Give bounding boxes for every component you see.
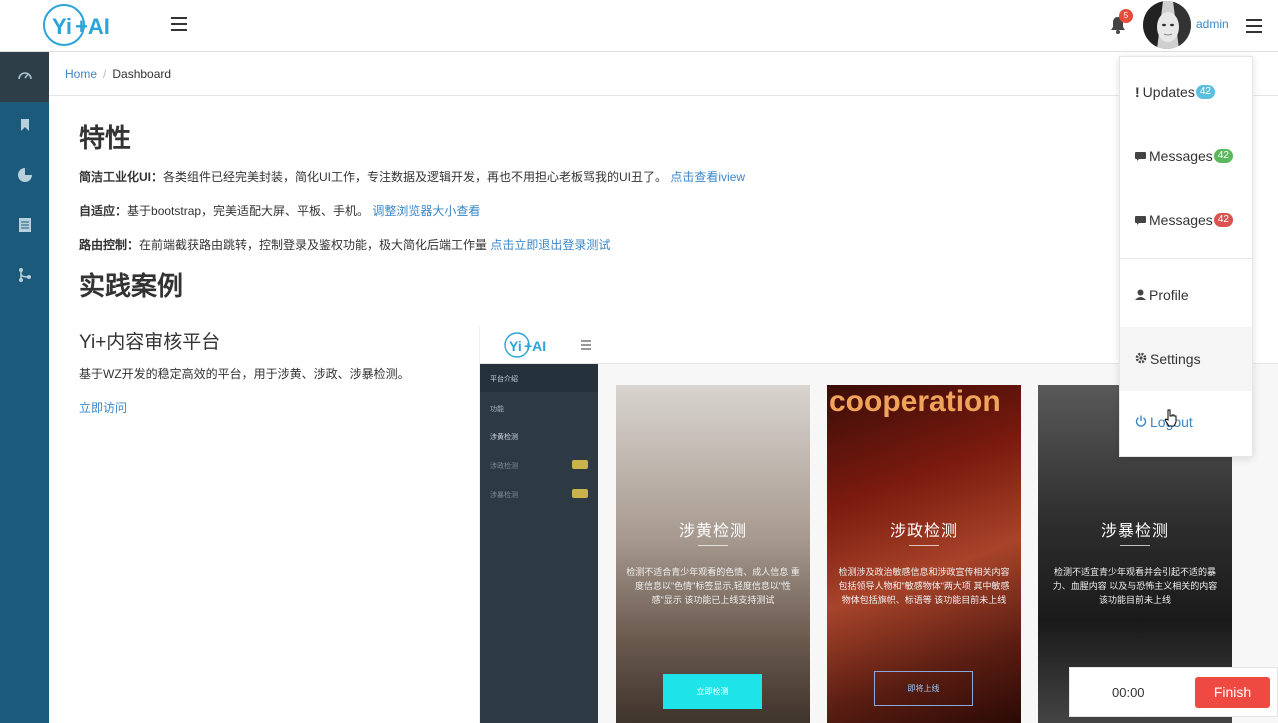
sidebar-item-dashboard[interactable] — [0, 52, 49, 102]
brand-logo[interactable]: Yi +AI — [42, 3, 114, 47]
visit-link[interactable]: 立即访问 — [79, 399, 127, 416]
user-icon — [1135, 287, 1146, 303]
svg-text:+AI: +AI — [75, 14, 110, 39]
preview-sidebar-item: 涉黄检测 — [490, 434, 518, 441]
sidebar-item-branch[interactable] — [0, 252, 49, 302]
card-button: 即将上线 — [874, 671, 973, 706]
dropdown-item-updates[interactable]: ! Updates 42 — [1120, 60, 1252, 124]
card-title: 涉政检测 — [889, 523, 958, 540]
case-title: Yi+内容审核平台 — [79, 332, 221, 353]
comment-icon — [1135, 148, 1146, 164]
username-label[interactable]: admin — [1196, 17, 1229, 31]
info-icon: ! — [1135, 84, 1140, 100]
breadcrumb: Home / Dashboard — [49, 52, 1278, 96]
settings-menu-icon[interactable] — [1246, 19, 1262, 33]
case-description: 基于WZ开发的稳定高效的平台，用于涉黄、涉政、涉暴检测。 — [79, 367, 410, 381]
feature-item: 简洁工业化UI：各类组件已经完美封装，简化UI工作，专注数据及逻辑开发，再也不用… — [79, 168, 745, 185]
dropdown-item-messages[interactable]: Messages 42 — [1120, 124, 1252, 188]
breadcrumb-home[interactable]: Home — [65, 67, 97, 81]
avatar[interactable] — [1143, 1, 1191, 49]
preview-sidebar-item: 涉政检测 — [480, 451, 598, 479]
svg-text:Yi: Yi — [52, 14, 72, 39]
sidebar-item-bookmark[interactable] — [0, 102, 49, 152]
comment-icon — [1135, 212, 1146, 228]
card-text: 检测涉及政治敏感信息和涉政宣传相关内容 包括领导人物和"敏感物体"两大项 其中敏… — [838, 567, 1010, 605]
user-dropdown-menu: ! Updates 42 Messages 42 Messages 42 Profile… — [1119, 56, 1253, 457]
preview-sidebar-item: 涉暴检测 — [480, 480, 598, 508]
dropdown-item-messages[interactable]: Messages 42 — [1120, 188, 1252, 252]
card-button: 立即检测 — [663, 674, 762, 709]
breadcrumb-current: Dashboard — [112, 67, 172, 81]
git-branch-icon — [18, 267, 32, 288]
updates-badge: 42 — [1195, 85, 1215, 99]
top-navbar: Yi +AI 5 admin — [0, 0, 1278, 52]
card-text: 检测不适宜青少年观看并会引起不适的暴力、血腥内容 以及与恐怖主义相关的内容 该功… — [1052, 567, 1218, 605]
dropdown-item-logout[interactable]: Logout — [1120, 390, 1252, 454]
card-title: 涉黄检测 — [678, 523, 747, 540]
feature-text: 基于bootstrap，完美适配大屏、平板、手机。 — [127, 204, 370, 218]
document-icon — [18, 217, 31, 237]
power-icon — [1135, 414, 1147, 430]
sidebar — [0, 52, 49, 723]
dropdown-item-profile[interactable]: Profile — [1120, 263, 1252, 327]
preview-logo: Yi +AI — [504, 332, 546, 358]
pie-chart-icon — [17, 167, 33, 188]
sidebar-item-document[interactable] — [0, 202, 49, 252]
card-word-art: cooperation — [829, 385, 1001, 418]
timer-display: 00:00 — [1112, 685, 1145, 700]
features-heading: 特性 — [79, 123, 132, 153]
dropdown-divider — [1120, 258, 1252, 259]
recording-timer-panel: 00:00 Finish — [1069, 667, 1278, 717]
feature-text: 在前端截获路由跳转，控制登录及鉴权功能，极大简化后端工作量 — [139, 238, 488, 252]
feature-link[interactable]: 调整浏览器大小查看 — [372, 204, 480, 218]
feature-item: 路由控制：在前端截获路由跳转，控制登录及鉴权功能，极大简化后端工作量 点击立即退… — [79, 236, 610, 253]
hand-cursor-icon — [1164, 409, 1178, 432]
feature-item: 自适应：基于bootstrap，完美适配大屏、平板、手机。 调整浏览器大小查看 — [79, 202, 480, 219]
feature-label: 简洁工业化UI： — [79, 170, 164, 184]
preview-card: 涉黄检测 检测不适合青少年观看的色情、成人信息 重度信息以"色情"标签显示,轻度… — [616, 385, 810, 723]
svg-text:Yi: Yi — [509, 338, 522, 354]
messages-badge: 42 — [1213, 213, 1233, 227]
bookmark-icon — [20, 118, 30, 136]
finish-button[interactable]: Finish — [1195, 677, 1270, 708]
preview-menu-icon — [581, 340, 591, 350]
gear-icon — [1135, 351, 1147, 367]
preview-card: cooperation 涉政检测 检测涉及政治敏感信息和涉政宣传相关内容 包括领… — [827, 385, 1021, 723]
card-divider — [698, 545, 728, 546]
sidebar-item-chart[interactable] — [0, 152, 49, 202]
cases-heading: 实践案例 — [79, 271, 184, 301]
preview-sidebar: 平台介绍 功能 涉黄检测 涉政检测 涉暴检测 — [480, 364, 598, 723]
messages-badge: 42 — [1213, 149, 1233, 163]
svg-text:+AI: +AI — [524, 338, 546, 354]
feature-link[interactable]: 点击立即退出登录测试 — [490, 238, 610, 252]
speedometer-icon — [17, 68, 33, 87]
preview-sidebar-section: 功能 — [490, 406, 504, 413]
menu-toggle-icon[interactable] — [171, 17, 187, 31]
feature-label: 自适应： — [79, 204, 128, 218]
card-text: 检测不适合青少年观看的色情、成人信息 重度信息以"色情"标签显示,轻度信息以"性… — [626, 567, 800, 605]
card-divider — [1120, 545, 1150, 546]
feature-text: 各类组件已经完美封装，简化UI工作，专注数据及逻辑开发，再也不用担心老板骂我的U… — [163, 170, 668, 184]
preview-sidebar-intro: 平台介绍 — [480, 364, 598, 392]
notification-badge: 5 — [1119, 9, 1133, 23]
breadcrumb-separator: / — [103, 67, 107, 81]
card-title: 涉暴检测 — [1100, 523, 1169, 540]
feature-link[interactable]: 点击查看iview — [670, 170, 745, 184]
card-divider — [909, 545, 939, 546]
feature-label: 路由控制： — [79, 238, 140, 252]
dropdown-item-settings[interactable]: Settings — [1120, 327, 1252, 391]
